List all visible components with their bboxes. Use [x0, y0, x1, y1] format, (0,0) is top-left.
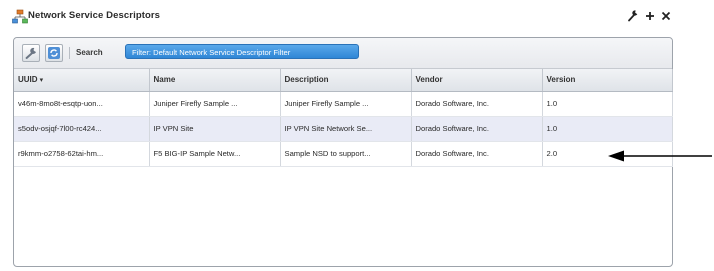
filter-chip[interactable]: Filter: Default Network Service Descript…	[125, 44, 359, 59]
plus-icon[interactable]	[644, 9, 656, 23]
refresh-icon[interactable]	[45, 44, 63, 62]
table-header-row: UUID ▾ Name Description Vendor Version	[14, 69, 673, 92]
callout-arrow-icon	[608, 150, 712, 162]
window-title: Network Service Descriptors	[28, 10, 161, 21]
table-row[interactable]: s5odv-osjqf-7l00-rc424... IP VPN Site IP…	[14, 116, 673, 142]
table-row[interactable]: v46m-8mo8t-esqtp-uon... Juniper Firefly …	[14, 91, 673, 117]
cell-uuid: s5odv-osjqf-7l00-rc424...	[14, 116, 150, 142]
column-header-description[interactable]: Description	[280, 69, 412, 92]
wrench-icon[interactable]	[627, 9, 639, 23]
descriptor-table: UUID ▾ Name Description Vendor Version v4…	[14, 69, 673, 167]
window-title-bar: Network Service Descriptors	[6, 7, 682, 27]
toolbar: Search Filter: Default Network Service D…	[14, 38, 672, 69]
sort-desc-icon: ▾	[39, 77, 44, 85]
column-header-uuid[interactable]: UUID ▾	[14, 69, 150, 92]
descriptor-panel: Search Filter: Default Network Service D…	[13, 37, 673, 267]
column-header-name[interactable]: Name	[149, 69, 281, 92]
cell-vendor: Dorado Software, Inc.	[411, 91, 543, 117]
toolbar-separator	[69, 47, 70, 59]
network-tree-icon	[12, 9, 28, 25]
cell-vendor: Dorado Software, Inc.	[411, 141, 543, 167]
cell-vendor: Dorado Software, Inc.	[411, 116, 543, 142]
cell-name: IP VPN Site	[149, 116, 281, 142]
cell-uuid: r9kmm-o2758-62tai-hm...	[14, 141, 150, 167]
search-link[interactable]: Search	[76, 48, 103, 57]
table-row[interactable]: r9kmm-o2758-62tai-hm... F5 BIG-IP Sample…	[14, 141, 673, 167]
cell-description: IP VPN Site Network Se...	[280, 116, 412, 142]
cell-uuid: v46m-8mo8t-esqtp-uon...	[14, 91, 150, 117]
cell-version: 1.0	[542, 91, 673, 117]
cell-description: Sample NSD to support...	[280, 141, 412, 167]
column-header-vendor[interactable]: Vendor	[411, 69, 543, 92]
cell-description: Juniper Firefly Sample ...	[280, 91, 412, 117]
close-icon[interactable]	[660, 9, 672, 23]
cell-version: 1.0	[542, 116, 673, 142]
column-header-version[interactable]: Version	[542, 69, 673, 92]
cell-name: F5 BIG-IP Sample Netw...	[149, 141, 281, 167]
wrench-icon[interactable]	[22, 44, 40, 62]
cell-name: Juniper Firefly Sample ...	[149, 91, 281, 117]
